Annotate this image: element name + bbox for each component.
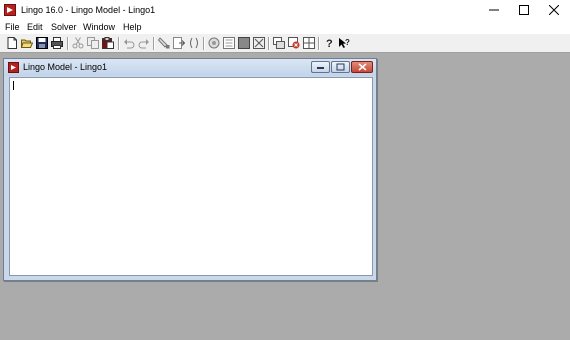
app-titlebar: Lingo 16.0 - Lingo Model - Lingo1 [0,0,570,20]
options-icon[interactable] [253,37,265,49]
menu-help[interactable]: Help [123,21,142,33]
model-window-titlebar[interactable]: Lingo Model - Lingo1 [4,59,376,76]
context-help-icon[interactable]: ? [338,37,350,49]
save-icon[interactable] [36,37,48,49]
minimize-icon [489,9,499,11]
menu-file[interactable]: File [5,21,20,33]
svg-text:?: ? [345,38,350,47]
maximize-button[interactable] [509,0,539,20]
maximize-icon [336,63,345,71]
toolbar-separator [153,37,155,50]
model-editor[interactable] [9,77,373,276]
print-icon[interactable] [51,37,63,49]
help-topics-icon[interactable]: ? [323,37,335,50]
model-close-button[interactable] [351,61,373,73]
menu-solver[interactable]: Solver [51,21,77,33]
send-to-back-icon[interactable] [273,37,285,49]
toolbar-separator [67,37,69,50]
undo-icon[interactable] [123,37,135,49]
cut-icon[interactable] [72,37,84,49]
goto-line-icon[interactable] [173,37,186,49]
solution-icon[interactable] [223,37,235,49]
new-icon[interactable] [6,37,18,49]
lingo-app-icon [4,4,16,16]
model-maximize-button[interactable] [331,61,350,73]
matrix-picture-icon[interactable] [238,37,250,49]
close-icon [358,63,366,71]
app-title: Lingo 16.0 - Lingo Model - Lingo1 [21,5,156,15]
menu-bar: File Edit Solver Window Help [0,20,570,34]
toolbar-separator [318,37,320,50]
svg-text:?: ? [326,38,333,49]
toolbar-separator [268,37,270,50]
minimize-icon [317,67,324,69]
model-window: Lingo Model - Lingo1 [3,58,377,281]
close-icon [549,5,559,15]
close-all-icon[interactable] [288,37,300,49]
copy-icon[interactable] [87,37,99,49]
tile-icon[interactable] [303,37,315,49]
close-button[interactable] [539,0,569,20]
solve-icon[interactable] [208,37,220,49]
model-minimize-button[interactable] [311,61,330,73]
toolbar: ? ? [0,34,570,53]
menu-edit[interactable]: Edit [27,21,43,33]
toolbar-separator [118,37,120,50]
paste-icon[interactable] [102,37,114,49]
model-window-title: Lingo Model - Lingo1 [23,62,108,72]
menu-window[interactable]: Window [83,21,115,33]
match-parenthesis-icon[interactable] [188,37,200,49]
minimize-button[interactable] [479,0,509,20]
toolbar-separator [203,37,205,50]
open-icon[interactable] [20,37,34,49]
maximize-icon [519,5,529,15]
lingo-model-icon [8,62,19,73]
text-caret [13,81,14,90]
redo-icon[interactable] [138,37,150,49]
find-icon[interactable] [157,37,170,49]
